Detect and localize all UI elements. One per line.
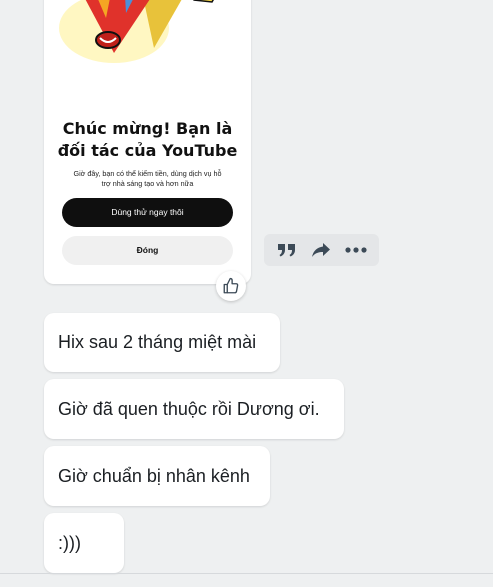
close-button[interactable]: Đóng	[62, 236, 233, 265]
card-title: Chúc mừng! Bạn là đối tác của YouTube	[52, 118, 243, 162]
message-text: Giờ chuẩn bị nhân kênh	[58, 465, 250, 486]
share-icon	[312, 243, 331, 257]
card-title-line-2: đối tác của YouTube	[57, 141, 238, 160]
message-text: Hix sau 2 tháng miệt mài	[58, 332, 257, 352]
card-subtitle-line-1: Giờ đây, bạn có thể kiếm tiền, dùng dịch…	[73, 169, 222, 178]
message-actions-bar	[264, 234, 379, 266]
message-bubble[interactable]: Giờ chuẩn bị nhân kênh	[44, 446, 270, 506]
chat-thread: Chúc mừng! Bạn là đối tác của YouTube Gi…	[0, 0, 493, 587]
more-options-button[interactable]	[342, 236, 370, 264]
party-popper-illustration	[59, 0, 214, 63]
thumbs-up-icon	[223, 277, 239, 294]
message-bubble[interactable]: :)))	[44, 513, 124, 573]
share-button[interactable]	[307, 236, 335, 264]
quote-button[interactable]	[273, 236, 301, 264]
quote-icon	[278, 244, 296, 257]
message-bubble[interactable]: Hix sau 2 tháng miệt mài	[44, 313, 280, 372]
card-subtitle: Giờ đây, bạn có thể kiếm tiền, dùng dịch…	[58, 169, 237, 189]
card-subtitle-line-2: trợ nhà sáng tạo và hơn nữa	[101, 179, 194, 188]
image-message[interactable]: Chúc mừng! Bạn là đối tác của YouTube Gi…	[44, 0, 251, 284]
like-reaction-button[interactable]	[216, 271, 246, 301]
message-text: :)))	[58, 532, 81, 553]
divider	[0, 573, 493, 574]
message-text: Giờ đã quen thuộc rồi Dương ơi.	[58, 398, 320, 419]
more-icon	[345, 247, 367, 253]
card-title-line-1: Chúc mừng! Bạn là	[62, 119, 233, 138]
try-now-button[interactable]: Dùng thử ngay thôi	[62, 198, 233, 227]
message-bubble[interactable]: Giờ đã quen thuộc rồi Dương ơi.	[44, 379, 344, 439]
